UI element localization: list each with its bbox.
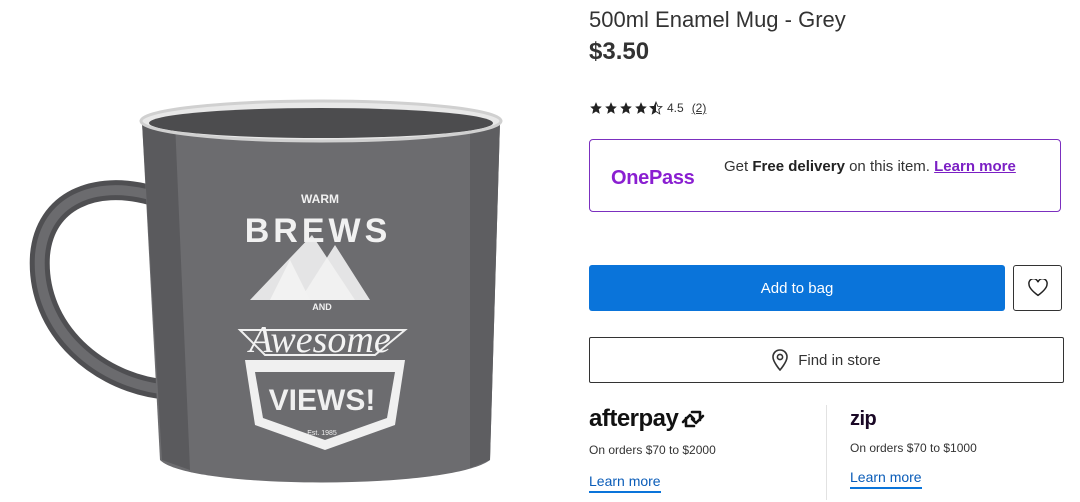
onepass-free-delivery: Free delivery — [752, 158, 845, 175]
find-in-store-button[interactable]: Find in store — [589, 337, 1064, 383]
find-in-store-label: Find in store — [798, 351, 881, 369]
onepass-banner: OnePass Get Free delivery on this item. … — [589, 139, 1061, 212]
onepass-text-suffix: on this item. — [849, 158, 930, 175]
star-icon — [590, 102, 602, 114]
afterpay-learn-more-link[interactable]: Learn more — [589, 473, 661, 493]
afterpay-logo: afterpay — [589, 405, 819, 433]
mug-text-and: AND — [312, 302, 332, 312]
afterpay-note: On orders $70 to $2000 — [589, 443, 716, 457]
add-to-bag-button[interactable]: Add to bag — [589, 265, 1005, 311]
product-image[interactable]: WARM BREWS AND Awesome VIEWS! Est. 1985 — [0, 0, 570, 502]
star-icon — [635, 102, 647, 114]
afterpay-section: afterpay On orders $70 to $2000 Learn mo… — [589, 405, 819, 493]
star-icon — [605, 102, 617, 114]
zip-section: zip On orders $70 to $1000 Learn more — [850, 408, 1070, 489]
zip-learn-more-link[interactable]: Learn more — [850, 469, 922, 489]
product-price: $3.50 — [589, 38, 650, 65]
rating-stars — [589, 101, 663, 115]
heart-icon — [1027, 279, 1048, 297]
location-pin-icon — [772, 349, 789, 371]
onepass-learn-more-link[interactable]: Learn more — [934, 158, 1016, 175]
mug-text-views: VIEWS! — [269, 384, 376, 417]
mug-text-brews: BREWS — [245, 212, 392, 250]
wishlist-button[interactable] — [1013, 265, 1062, 311]
afterpay-arrows-icon — [682, 410, 705, 428]
product-rating: 4.5 (2) — [589, 101, 706, 115]
product-title: 500ml Enamel Mug - Grey — [589, 7, 846, 32]
mug-text-awesome: Awesome — [246, 319, 391, 361]
rating-value: 4.5 — [667, 101, 684, 115]
mug-text-warm: WARM — [301, 192, 339, 206]
review-count-link[interactable]: (2) — [692, 101, 707, 115]
zip-logo: zip — [850, 408, 1070, 431]
half-star-icon — [649, 101, 663, 115]
zip-brand-text: zip — [850, 408, 877, 430]
zip-note: On orders $70 to $1000 — [850, 441, 977, 455]
payment-divider — [826, 405, 827, 500]
mug-text-est: Est. 1985 — [307, 430, 337, 437]
mug-illustration: WARM BREWS AND Awesome VIEWS! Est. 1985 — [29, 99, 503, 483]
afterpay-brand-text: afterpay — [589, 405, 679, 432]
star-icon — [620, 102, 632, 114]
onepass-text-prefix: Get — [724, 158, 749, 175]
onepass-logo: OnePass — [611, 167, 695, 189]
onepass-message: Get Free delivery on this item. Learn mo… — [724, 158, 1044, 176]
